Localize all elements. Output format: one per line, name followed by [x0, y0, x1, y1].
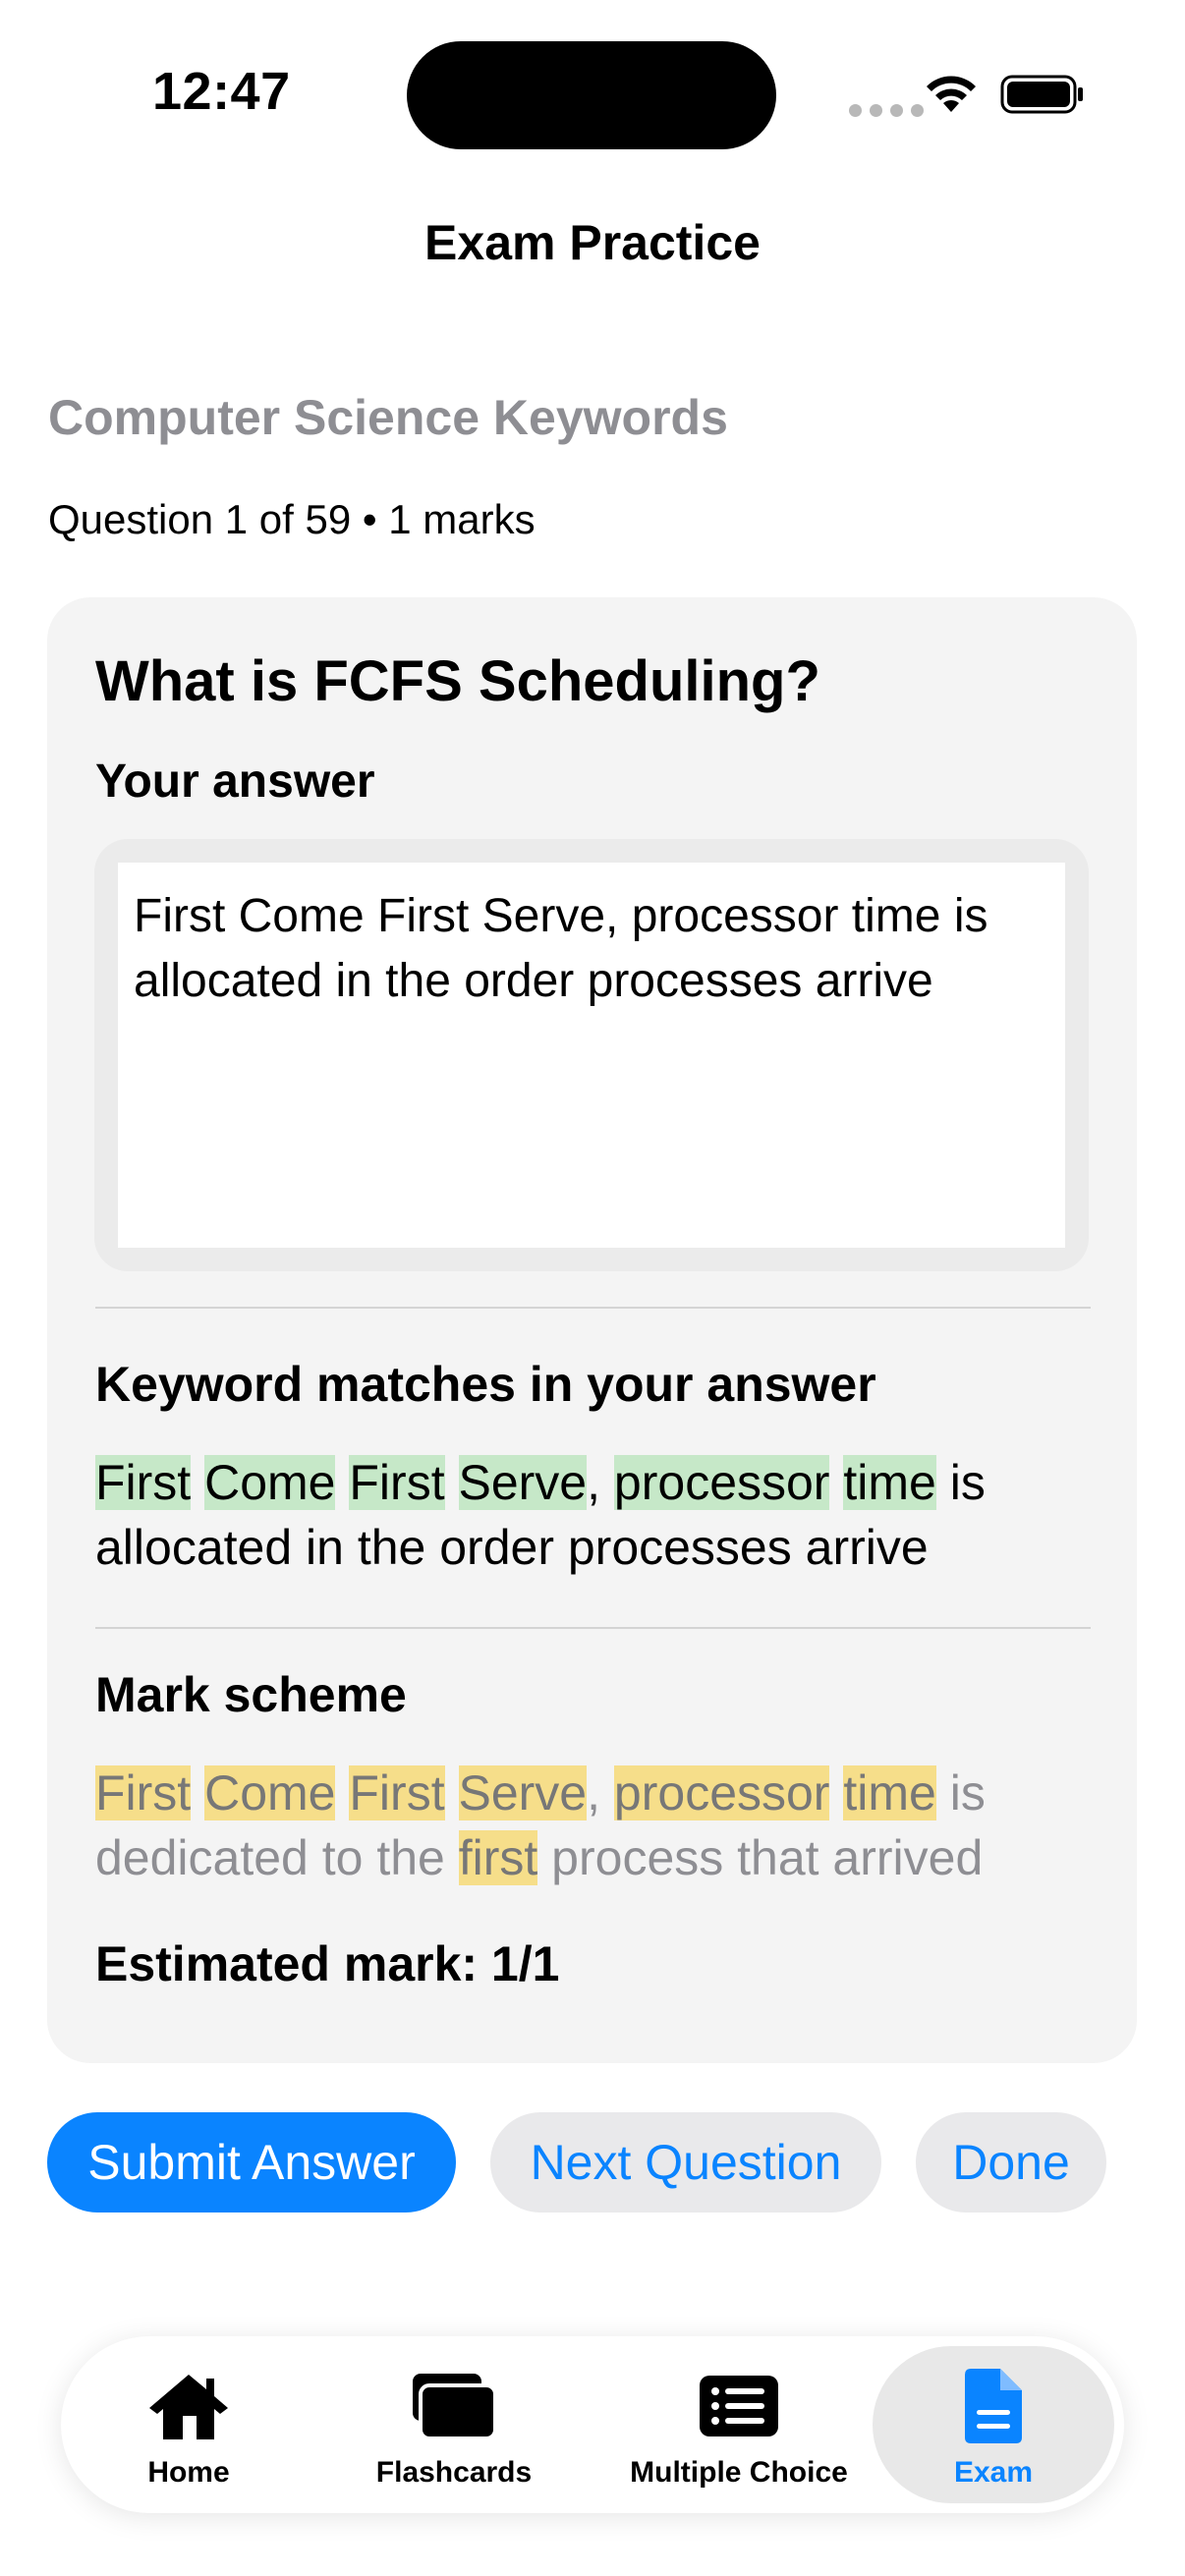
keyword-matches-text: First Come First Serve, processor time i…	[95, 1450, 1098, 1580]
highlighted-keyword: First	[95, 1455, 192, 1510]
wifi-icon	[924, 73, 979, 119]
list-icon	[698, 2366, 780, 2446]
deck-title: Computer Science Keywords	[48, 390, 728, 445]
mark-scheme-text: First Come First Serve, processor time i…	[95, 1761, 1107, 1890]
highlighted-keyword: time	[843, 1455, 936, 1510]
highlighted-keyword: First	[95, 1765, 192, 1820]
highlighted-keyword: processor	[613, 1765, 830, 1820]
plain-text	[829, 1765, 843, 1820]
highlighted-keyword: Come	[204, 1765, 336, 1820]
highlighted-keyword: first	[458, 1830, 538, 1885]
highlighted-keyword: Come	[204, 1455, 336, 1510]
status-time: 12:47	[152, 62, 291, 121]
submit-answer-button[interactable]: Submit Answer	[47, 2112, 456, 2212]
plain-text: process that arrived	[537, 1830, 984, 1885]
plain-text: ,	[587, 1455, 614, 1510]
tab-home[interactable]: Home	[120, 2336, 257, 2513]
dynamic-island	[407, 41, 776, 149]
status-bar: 12:47	[0, 0, 1185, 177]
answer-field-container: First Come First Serve, processor time i…	[94, 839, 1089, 1271]
tab-label: Exam	[953, 2456, 1034, 2489]
plain-text	[335, 1455, 349, 1510]
tab-label: Flashcards	[375, 2456, 533, 2489]
highlighted-keyword: processor	[613, 1455, 830, 1510]
done-button[interactable]: Done	[916, 2112, 1106, 2212]
plain-text	[445, 1455, 459, 1510]
estimated-mark: Estimated mark: 1/1	[95, 1936, 560, 1991]
answer-text-field[interactable]: First Come First Serve, processor time i…	[118, 863, 1065, 1248]
highlighted-keyword: time	[843, 1765, 936, 1820]
highlighted-keyword: First	[349, 1455, 445, 1510]
tab-bar: Home Flashcards Multiple Choice Exam	[61, 2336, 1124, 2513]
plain-text	[335, 1765, 349, 1820]
tab-label: Multiple Choice	[630, 2456, 848, 2489]
tab-exam[interactable]: Exam	[873, 2336, 1114, 2513]
nav-title: Exam Practice	[424, 215, 761, 270]
keyword-matches-heading: Keyword matches in your answer	[95, 1357, 876, 1412]
document-icon	[963, 2366, 1024, 2446]
house-icon	[147, 2366, 230, 2446]
plain-text	[191, 1765, 204, 1820]
highlighted-keyword: First	[349, 1765, 445, 1820]
battery-icon	[1000, 75, 1085, 119]
tab-flashcards[interactable]: Flashcards	[336, 2336, 572, 2513]
question-prompt: What is FCFS Scheduling?	[95, 649, 820, 713]
cards-icon	[411, 2366, 497, 2446]
highlighted-keyword: Serve	[458, 1455, 588, 1510]
answer-label: Your answer	[95, 756, 375, 808]
plain-text: ,	[587, 1765, 614, 1820]
divider	[95, 1307, 1091, 1309]
highlighted-keyword: Serve	[458, 1765, 588, 1820]
divider	[95, 1627, 1091, 1629]
question-card: What is FCFS Scheduling? Your answer Fir…	[47, 597, 1137, 2063]
cellular-signal-icon	[849, 104, 924, 117]
plain-text	[829, 1455, 843, 1510]
next-question-button[interactable]: Next Question	[490, 2112, 881, 2212]
question-meta: Question 1 of 59 • 1 marks	[48, 496, 536, 542]
plain-text	[191, 1455, 204, 1510]
plain-text	[445, 1765, 459, 1820]
tab-label: Home	[147, 2456, 230, 2489]
mark-scheme-heading: Mark scheme	[95, 1667, 407, 1722]
tab-multiple-choice[interactable]: Multiple Choice	[592, 2336, 886, 2513]
